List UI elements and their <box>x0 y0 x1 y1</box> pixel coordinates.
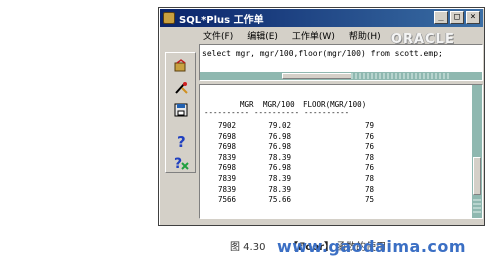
minimize-button[interactable]: _ <box>434 11 448 24</box>
cell-mgr: 7839 <box>217 174 236 183</box>
close-button[interactable]: × <box>466 11 480 24</box>
cell-floor: 78 <box>364 184 374 194</box>
side-toolbar: ? ? <box>165 52 196 173</box>
cell-mgr-div-100: 75.66 <box>268 195 291 205</box>
help-icon[interactable]: ? <box>170 131 192 150</box>
watermark-text: www.gaodaima.com <box>277 237 467 256</box>
output-vertical-scrollbar[interactable] <box>472 85 482 218</box>
cell-mgr: 7698 <box>217 163 236 173</box>
separator-mgr-div-100: ---------- <box>254 108 300 117</box>
cell-floor: 79 <box>364 121 374 130</box>
open-icon[interactable] <box>170 57 192 76</box>
cell-floor: 78 <box>364 152 374 162</box>
menu-edit[interactable]: 编辑(E) <box>247 29 278 42</box>
sql-command[interactable]: select mgr, mgr/100,floor(mgr/100) from … <box>202 49 443 58</box>
command-horizontal-scrollbar[interactable] <box>200 72 482 80</box>
cell-floor: 76 <box>364 131 374 141</box>
window-title: SQL*Plus 工作单 <box>179 14 264 26</box>
cell-mgr: 7902 <box>217 121 236 130</box>
menu-file[interactable]: 文件(F) <box>203 29 233 42</box>
cell-mgr-div-100: 78.39 <box>268 174 291 183</box>
command-pane[interactable]: select mgr, mgr/100,floor(mgr/100) from … <box>199 44 483 81</box>
cell-mgr-div-100: 79.02 <box>268 121 291 130</box>
cell-mgr-div-100: 78.39 <box>268 152 291 162</box>
svg-text:?: ? <box>174 156 182 170</box>
cell-floor: 75 <box>364 195 374 205</box>
cell-mgr-div-100: 76.98 <box>268 163 291 173</box>
cell-floor: 78 <box>364 174 374 183</box>
cell-mgr-div-100: 76.98 <box>268 131 291 141</box>
figure-number: 图 4.30 <box>230 242 266 253</box>
separator-mgr: ---------- <box>204 108 250 117</box>
separator-floor: ---------- <box>304 108 350 117</box>
cell-mgr: 7566 <box>217 195 236 205</box>
cell-mgr-div-100: 76.98 <box>268 142 291 152</box>
help-context-icon[interactable]: ? <box>170 153 192 172</box>
title-bar[interactable]: SQL*Plus 工作单 _ □ × <box>160 9 483 27</box>
menu-bar: 文件(F) 编辑(E) 工作单(W) 帮助(H) <box>203 29 381 42</box>
command-scroll-track-pattern <box>351 73 451 79</box>
menu-help[interactable]: 帮助(H) <box>349 29 381 42</box>
cell-mgr: 7839 <box>217 184 236 194</box>
cell-floor: 76 <box>364 163 374 173</box>
cell-mgr: 7839 <box>217 152 236 162</box>
cell-floor: 76 <box>364 142 374 152</box>
cell-mgr-div-100: 78.39 <box>268 184 291 194</box>
cell-mgr: 7698 <box>217 142 236 152</box>
svg-text:?: ? <box>177 133 186 149</box>
output-scroll-track-pattern <box>473 199 481 213</box>
maximize-button[interactable]: □ <box>450 11 464 24</box>
output-pane[interactable]: MGR MGR/100 FLOOR(MGR/100) ---------- --… <box>199 84 483 219</box>
clear-icon[interactable] <box>170 78 192 97</box>
output-scroll-thumb[interactable] <box>473 157 481 195</box>
menu-worksheet[interactable]: 工作单(W) <box>292 29 335 42</box>
sqlplus-window: SQL*Plus 工作单 _ □ × 文件(F) 编辑(E) 工作单(W) 帮助… <box>158 7 485 226</box>
cell-mgr: 7698 <box>217 131 236 141</box>
save-icon[interactable] <box>170 100 192 119</box>
window-controls: _ □ × <box>434 11 480 24</box>
sqlplus-app-icon <box>163 12 175 24</box>
